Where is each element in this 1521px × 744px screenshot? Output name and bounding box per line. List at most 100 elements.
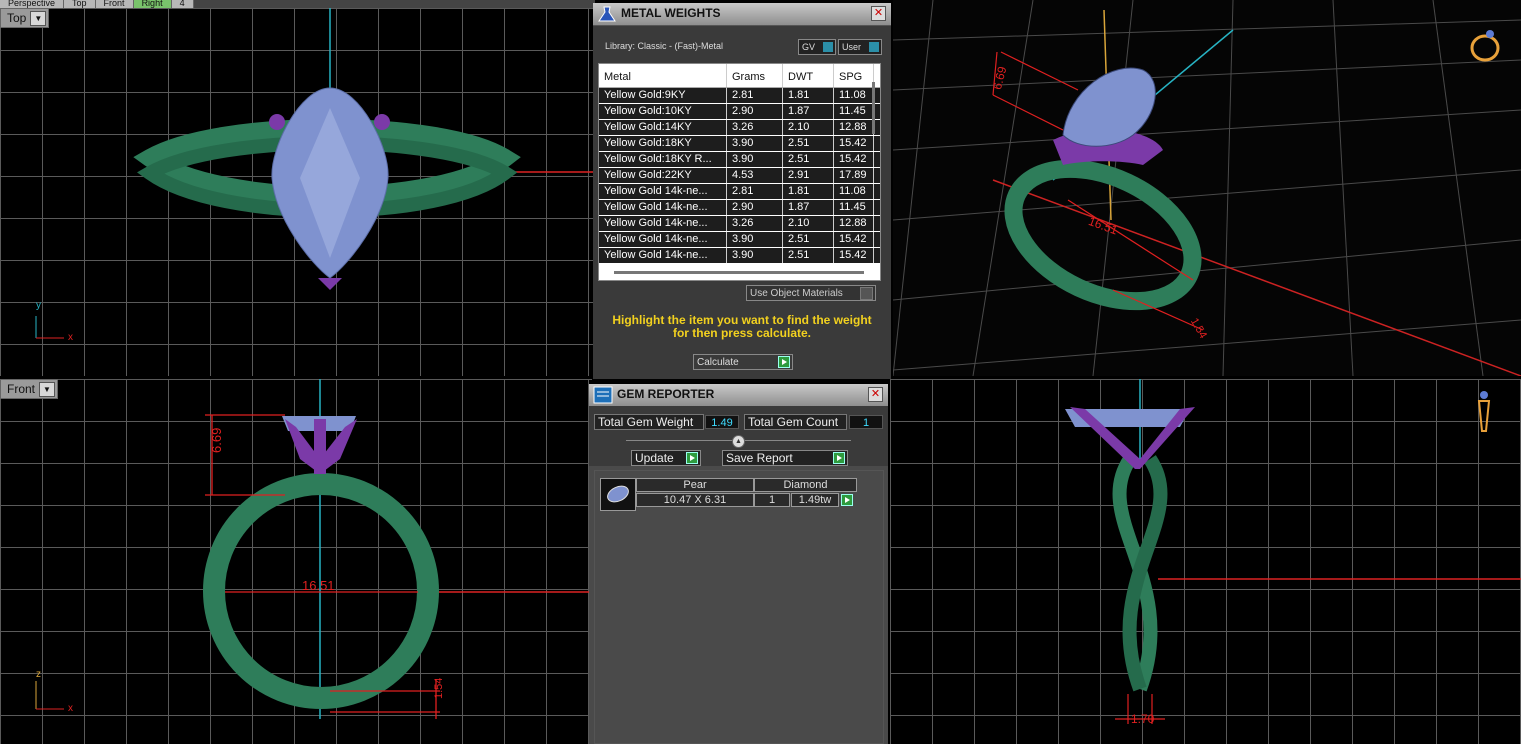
axis-x-label: x: [68, 703, 73, 714]
viewport-perspective[interactable]: 6.69 16.51 1.54: [893, 0, 1521, 376]
user-toggle[interactable]: User: [838, 39, 882, 55]
tab-right[interactable]: Right: [133, 0, 172, 8]
axis-gizmo: y x: [28, 298, 78, 348]
dwt-cell: 1.81: [783, 184, 834, 199]
dwt-cell: 2.10: [783, 216, 834, 231]
grams-cell: 3.26: [727, 216, 783, 231]
chevron-down-icon[interactable]: ▼: [39, 382, 56, 397]
table-row[interactable]: Yellow Gold 14k-ne... 2.81 1.81 11.08: [599, 184, 880, 200]
gem-reporter-titlebar[interactable]: GEM REPORTER ✕: [589, 384, 888, 407]
flask-icon: [597, 5, 617, 23]
ring-top-view: [133, 8, 595, 290]
calculate-button[interactable]: Calculate: [693, 354, 793, 370]
dwt-cell: 2.91: [783, 168, 834, 183]
update-button[interactable]: Update: [631, 450, 701, 466]
grams-cell: 3.26: [727, 120, 783, 135]
grams-cell: 3.90: [727, 152, 783, 167]
dwt-cell: 2.51: [783, 232, 834, 247]
metal-weights-titlebar[interactable]: METAL WEIGHTS ✕: [593, 3, 891, 26]
toggle-icon: [860, 287, 873, 300]
gem-reporter-panel: GEM REPORTER ✕ Total Gem Weight 1.49 Tot…: [589, 384, 888, 744]
tab-perspective[interactable]: Perspective: [0, 0, 65, 8]
grams-cell: 2.81: [727, 88, 783, 103]
vertical-scrollbar[interactable]: [872, 82, 875, 134]
perspective-grid-and-ring: 6.69 16.51 1.54: [893, 0, 1521, 376]
metal-name-cell: Yellow Gold:14KY: [599, 120, 727, 135]
dwt-cell: 1.87: [783, 200, 834, 215]
column-header-spg[interactable]: SPG: [834, 64, 874, 87]
gem-list[interactable]: Pear 10.47 X 6.31 Diamond 1 1.49tw: [594, 470, 884, 744]
toggle-icon: [869, 42, 879, 52]
grams-cell: 2.90: [727, 200, 783, 215]
svg-text:6.69: 6.69: [990, 65, 1010, 91]
dwt-cell: 2.51: [783, 136, 834, 151]
tab-4[interactable]: 4: [171, 0, 194, 8]
svg-text:1.70: 1.70: [1131, 712, 1155, 726]
horizontal-scrollbar[interactable]: [614, 271, 864, 274]
play-arrow-icon: [686, 452, 698, 464]
metal-name-cell: Yellow Gold:9KY: [599, 88, 727, 103]
table-body: Yellow Gold:9KY 2.81 1.81 11.08 Yellow Gold:…: [599, 88, 880, 264]
table-row[interactable]: Yellow Gold 14k-ne... 3.90 2.51 15.42: [599, 248, 880, 264]
table-row[interactable]: Yellow Gold:10KY 2.90 1.87 11.45: [599, 104, 880, 120]
metal-name-cell: Yellow Gold:18KY R...: [599, 152, 727, 167]
gem-pear-thumbnail[interactable]: [600, 478, 636, 511]
total-gem-count-label: Total Gem Count: [744, 414, 847, 430]
column-header-grams[interactable]: Grams: [727, 64, 783, 87]
axis-x-label: x: [68, 332, 73, 343]
column-header-dwt[interactable]: DWT: [783, 64, 834, 87]
toggle-icon: [823, 42, 833, 52]
play-arrow-icon: [778, 356, 790, 368]
metal-name-cell: Yellow Gold:22KY: [599, 168, 727, 183]
table-row[interactable]: Yellow Gold:18KY 3.90 2.51 15.42: [599, 136, 880, 152]
close-icon[interactable]: ✕: [868, 387, 883, 402]
tab-front[interactable]: Front: [95, 0, 134, 8]
spg-cell: 11.45: [834, 200, 874, 215]
grams-cell: 4.53: [727, 168, 783, 183]
metal-name-cell: Yellow Gold 14k-ne...: [599, 248, 727, 263]
viewport-label-top[interactable]: Top ▼: [0, 8, 50, 28]
collapse-toggle-icon[interactable]: ▲: [732, 435, 745, 448]
table-row[interactable]: Yellow Gold 14k-ne... 3.26 2.10 12.88: [599, 216, 880, 232]
table-row[interactable]: Yellow Gold 14k-ne... 3.90 2.51 15.42: [599, 232, 880, 248]
chevron-down-icon[interactable]: ▼: [30, 11, 47, 26]
gem-type-cell: Diamond: [754, 478, 857, 492]
svg-text:16.51: 16.51: [302, 578, 335, 593]
metal-name-cell: Yellow Gold 14k-ne...: [599, 184, 727, 199]
dwt-cell: 2.51: [783, 152, 834, 167]
spg-cell: 15.42: [834, 152, 874, 167]
viewport-right[interactable]: 1.70: [890, 379, 1521, 744]
metal-table[interactable]: Metal Grams DWT SPG Yellow Gold:9KY 2.81 1…: [598, 63, 881, 281]
gv-toggle[interactable]: GV: [798, 39, 836, 55]
viewport-label-front[interactable]: Front ▼: [0, 379, 59, 399]
gem-shape-cell: Pear: [636, 478, 754, 492]
table-row[interactable]: Yellow Gold:9KY 2.81 1.81 11.08: [599, 88, 880, 104]
viewport-tab-strip: Perspective Top Front Right 4: [0, 0, 595, 8]
view-nav-icon[interactable]: [1473, 389, 1495, 439]
viewport-front[interactable]: 6.69 16.51 1.54 Front ▼ z x: [0, 379, 592, 744]
play-arrow-icon[interactable]: [841, 494, 853, 506]
axis-gizmo: z x: [28, 669, 78, 719]
gem-report-icon: [593, 386, 613, 404]
dwt-cell: 2.51: [783, 248, 834, 263]
library-label: Library: Classic - (Fast)-Metal: [605, 41, 724, 51]
use-object-materials-button[interactable]: Use Object Materials: [746, 285, 876, 301]
close-icon[interactable]: ✕: [871, 6, 886, 21]
ring-nav-icon[interactable]: [1468, 26, 1504, 64]
total-gem-count-value: 1: [849, 415, 883, 429]
table-row[interactable]: Yellow Gold:18KY R... 3.90 2.51 15.42: [599, 152, 880, 168]
spg-cell: 17.89: [834, 168, 874, 183]
table-row[interactable]: Yellow Gold:22KY 4.53 2.91 17.89: [599, 168, 880, 184]
table-row[interactable]: Yellow Gold 14k-ne... 2.90 1.87 11.45: [599, 200, 880, 216]
column-header-metal[interactable]: Metal: [599, 64, 727, 87]
viewport-top[interactable]: Top ▼ y x: [0, 8, 595, 376]
grams-cell: 2.90: [727, 104, 783, 119]
gem-weight-cell: 1.49tw: [791, 493, 839, 507]
spg-cell: 15.42: [834, 136, 874, 151]
tab-top[interactable]: Top: [64, 0, 96, 8]
panel-title: METAL WEIGHTS: [621, 6, 721, 20]
total-gem-weight-label: Total Gem Weight: [594, 414, 704, 430]
metal-name-cell: Yellow Gold:10KY: [599, 104, 727, 119]
table-row[interactable]: Yellow Gold:14KY 3.26 2.10 12.88: [599, 120, 880, 136]
save-report-button[interactable]: Save Report: [722, 450, 848, 466]
